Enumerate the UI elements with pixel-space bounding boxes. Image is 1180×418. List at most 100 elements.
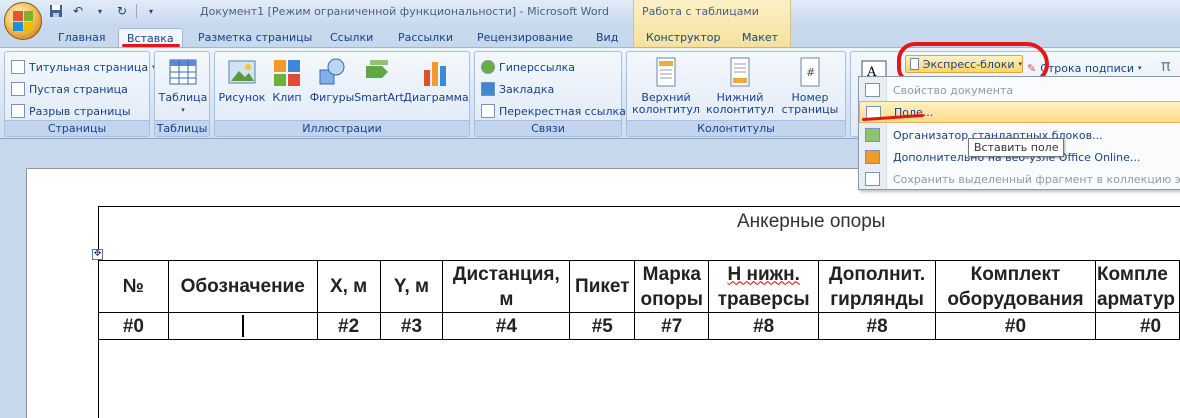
table-header-row: № Обозначение X, м Y, м Дистанция, м Пике… [98,260,1180,313]
footer-button[interactable]: Нижний колонтитул [705,56,775,116]
chevron-down-icon: ▾ [181,106,185,114]
table-cell[interactable]: #3 [379,312,444,340]
header-text: гирлянды [830,288,924,310]
undo-icon[interactable]: ↶ [70,3,86,19]
table-cell[interactable]: #5 [569,312,636,340]
table-cell[interactable]: #2 [316,312,381,340]
header-cell[interactable]: Пикет [569,260,636,313]
blank-page-button[interactable]: Пустая страница [11,79,128,99]
document-property-icon [865,83,880,97]
cross-reference-label: Перекрестная ссылка [499,104,626,118]
quick-access-toolbar: ↶ ▾ ↻ ▾ [48,3,159,19]
table-cell[interactable]: #7 [634,312,710,340]
smartart-button[interactable]: SmartArt [354,56,404,104]
table-cell[interactable]: #8 [708,312,820,340]
tables-group: Таблица ▾ Таблицы [154,51,210,137]
tab-layout[interactable]: Макет [734,28,786,48]
header-icon [656,57,676,87]
picture-label: Рисунок [218,91,266,104]
table-border [98,339,99,418]
shapes-button[interactable]: Фигуры [309,56,355,104]
customize-qat-icon[interactable]: ▾ [143,3,159,19]
save-selection-icon [865,172,880,186]
svg-text:#: # [806,66,815,79]
bookmark-label: Закладка [499,82,555,96]
signature-line-label: Строка подписи [1040,61,1134,75]
equation-pi-icon[interactable]: π [1161,56,1171,75]
header-cell[interactable]: Дополнит. гирлянды [818,260,937,313]
table-row: #0 #2 #3 #4 #5 #7 #8 #8 #0 #0 [98,312,1180,340]
tab-review[interactable]: Рецензирование [469,28,581,48]
table-cell[interactable]: #8 [818,312,937,340]
hyperlink-button[interactable]: Гиперссылка [481,57,575,77]
header-text: арматур [1096,288,1175,310]
redo-icon[interactable]: ↻ [114,3,130,19]
cover-page-button[interactable]: Титульная страница ▾ [11,57,156,77]
blank-page-icon [11,82,25,96]
links-group: Гиперссылка Закладка Перекрестная ссылка… [474,51,626,137]
table-button[interactable]: Таблица ▾ [159,56,207,116]
menu-item-document-property[interactable]: Свойство документа [859,79,1180,101]
header-cell[interactable]: Дистанция, м [442,260,571,313]
office-logo-icon [13,11,33,31]
header-text: Дополнит. [829,263,926,285]
office-button[interactable] [4,2,42,40]
menu-item-label: Свойство документа [893,83,1014,97]
header-cell[interactable]: Комплект оборудования [935,260,1096,313]
undo-dropdown-icon[interactable]: ▾ [92,3,108,19]
header-label-line2: колонтитул [632,103,700,116]
picture-icon [228,60,256,84]
table-cell[interactable]: #0 [98,312,169,340]
bookmark-button[interactable]: Закладка [481,79,554,99]
illustrations-group: Рисунок Клип Фигуры SmartArt Диаграмма И… [214,51,470,137]
cross-reference-button[interactable]: Перекрестная ссылка [481,101,626,121]
clip-art-button[interactable]: Клип [269,56,305,104]
table-tools-title: Работа с таблицами [642,5,759,18]
header-cell[interactable]: Обозначение [167,260,318,313]
tab-design[interactable]: Конструктор [638,28,728,48]
table-cell[interactable]: #0 [1094,312,1180,340]
insert-field-tooltip: Вставить поле [968,138,1065,157]
save-icon[interactable] [48,3,64,19]
chart-button[interactable]: Диаграмма [403,56,469,104]
office-online-icon [865,150,880,164]
table-cell[interactable]: #0 [935,312,1096,340]
express-blocks-menu: Свойство документа Поле... Организатор с… [858,76,1180,190]
header-button[interactable]: Верхний колонтитул [631,56,701,116]
title-bar: ↶ ▾ ↻ ▾ Документ1 [Режим ограниченной фу… [0,0,1180,24]
tab-mailings[interactable]: Рассылки [390,28,461,48]
tab-page-layout[interactable]: Разметка страницы [190,28,320,48]
tab-references[interactable]: Ссылки [322,28,381,48]
cross-reference-icon [481,104,495,118]
page-break-button[interactable]: Разрыв страницы [11,101,131,121]
chevron-down-icon: ▾ [1137,64,1142,72]
page-number-icon: # [800,57,820,87]
header-cell[interactable]: Н нижн. траверсы [708,260,820,313]
page-number-button[interactable]: # Номер страницы [777,56,843,116]
smartart-label: SmartArt [354,91,404,104]
bookmark-icon [481,82,495,96]
table-cell[interactable]: #4 [442,312,571,340]
tab-view[interactable]: Вид [588,28,626,48]
header-text: Н нижн. [727,263,800,285]
menu-item-save-selection[interactable]: Сохранить выделенный фрагмент в коллекци… [859,168,1180,190]
table-title-cell[interactable]: Анкерные опоры [98,206,1180,262]
header-text: X, м [329,276,368,297]
header-text: м [499,288,514,310]
pages-group: Титульная страница ▾ Пустая страница Раз… [4,51,156,137]
header-cell[interactable]: № [98,260,169,313]
table-cell-active[interactable] [167,312,318,340]
menu-item-label: Сохранить выделенный фрагмент в коллекци… [893,172,1180,186]
building-blocks-icon [865,128,880,142]
header-cell[interactable]: X, м [316,260,381,313]
header-cell[interactable]: Марка опоры [634,260,710,313]
table-label: Таблица [158,91,208,104]
picture-button[interactable]: Рисунок [219,56,265,104]
clip-art-icon [274,60,300,86]
tab-home[interactable]: Главная [50,28,114,48]
header-cell[interactable]: Компле арматур [1094,260,1180,313]
menu-item-field[interactable]: Поле... [859,101,1180,123]
header-cell[interactable]: Y, м [379,260,444,313]
header-text: оборудования [947,288,1084,310]
table-move-handle-icon[interactable]: ✥ [92,249,103,260]
